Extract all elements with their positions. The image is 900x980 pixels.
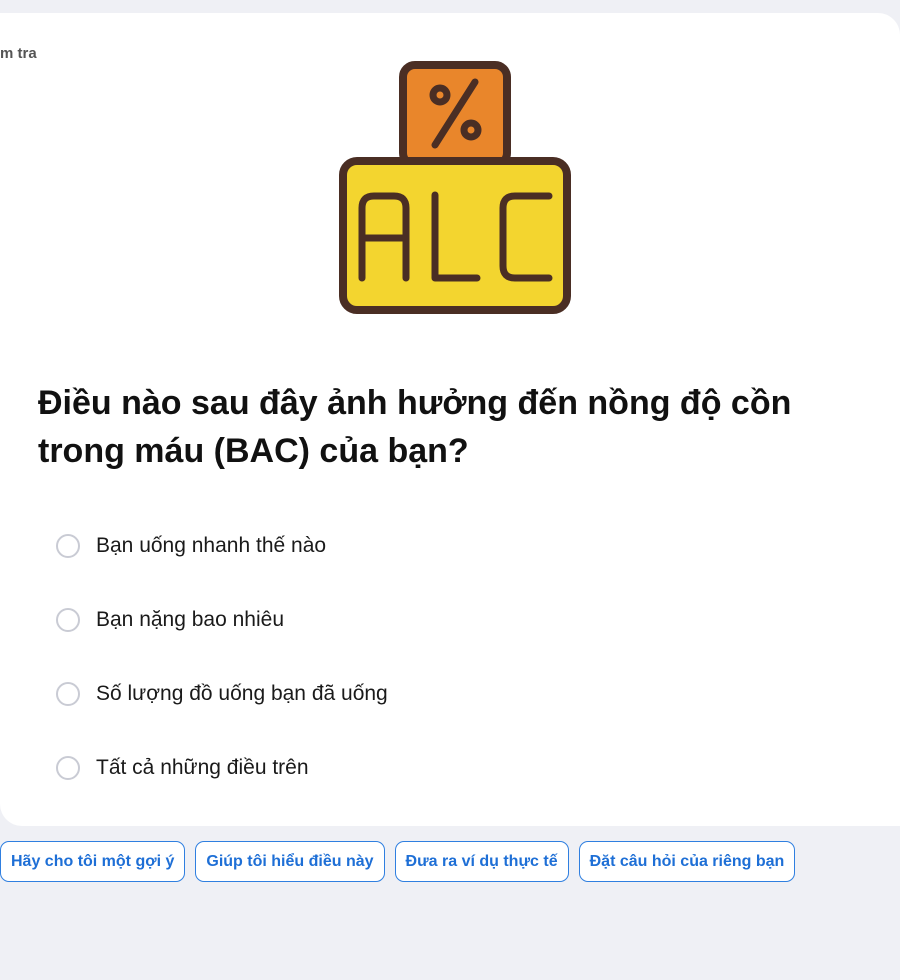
answer-options: Bạn uống nhanh thế nào Bạn nặng bao nhiê… xyxy=(56,520,388,816)
quiz-card: m tra Điều nào sau đây ảnh hưởng đến nồn… xyxy=(0,13,900,826)
hint-chip-button[interactable]: Hãy cho tôi một gợi ý xyxy=(0,841,186,882)
answer-option[interactable]: Bạn uống nhanh thế nào xyxy=(56,520,388,572)
answer-option[interactable]: Tất cả những điều trên xyxy=(56,742,388,794)
card-label: m tra xyxy=(0,45,37,62)
question-title: Điều nào sau đây ảnh hưởng đến nồng độ c… xyxy=(38,384,792,470)
radio-button[interactable] xyxy=(56,682,80,706)
answer-option-label: Số lượng đồ uống bạn đã uống xyxy=(96,682,388,705)
answer-option-label: Tất cả những điều trên xyxy=(96,756,309,779)
explain-chip-button[interactable]: Giúp tôi hiểu điều này xyxy=(195,841,385,882)
answer-option[interactable]: Số lượng đồ uống bạn đã uống xyxy=(56,668,388,720)
example-chip-button[interactable]: Đưa ra ví dụ thực tế xyxy=(394,841,569,882)
radio-button[interactable] xyxy=(56,756,80,780)
suggestion-chips: Hãy cho tôi một gợi ý Giúp tôi hiểu điều… xyxy=(0,841,796,882)
alc-percent-icon xyxy=(335,58,575,320)
answer-option-label: Bạn nặng bao nhiêu xyxy=(96,608,285,631)
answer-option-label: Bạn uống nhanh thế nào xyxy=(96,534,327,557)
radio-button[interactable] xyxy=(56,608,80,632)
ask-question-chip-button[interactable]: Đặt câu hỏi của riêng bạn xyxy=(578,841,796,882)
radio-button[interactable] xyxy=(56,534,80,558)
answer-option[interactable]: Bạn nặng bao nhiêu xyxy=(56,594,388,646)
